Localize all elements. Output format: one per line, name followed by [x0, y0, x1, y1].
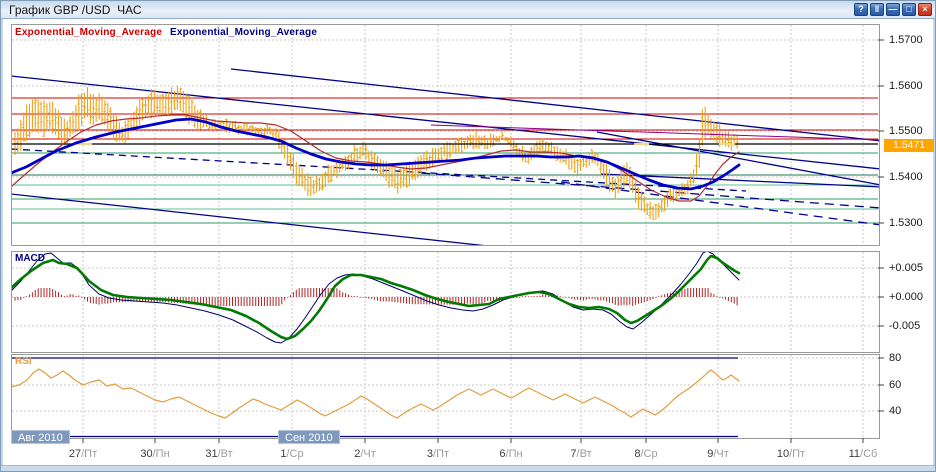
rsi-panel[interactable] [11, 354, 880, 439]
legend-ema-fast: Exponential_Moving_Average [15, 27, 162, 38]
window-titlebar[interactable]: График GBP /USD ЧАС ? ‖ — □ × [1, 1, 935, 19]
window-title: График GBP /USD ЧАС [9, 3, 142, 17]
price-tick-label: 1.5400 [889, 171, 923, 183]
rsi-tick-label: 60 [889, 379, 901, 391]
date-tick-label: 2/Чт [354, 448, 376, 460]
window-bottom-frame [1, 465, 935, 472]
price-tick-label: 1.5700 [889, 34, 923, 46]
close-button[interactable]: × [918, 3, 932, 16]
date-tick-label: 30/Пн [140, 448, 169, 460]
price-tick-label: 1.5600 [889, 80, 923, 92]
rsi-panel-label: RSI [15, 356, 32, 367]
current-price-value: 1.5471 [893, 139, 925, 151]
date-tick-label: 8/Ср [634, 448, 657, 460]
date-tick-label: 10/Пт [777, 448, 805, 460]
date-tick-label: 3/Пт [427, 448, 449, 460]
legend-ema-slow: Exponential_Moving_Average [170, 27, 317, 38]
rsi-tick-label: 80 [889, 352, 901, 364]
chart-window: График GBP /USD ЧАС ? ‖ — □ × Exponentia… [0, 0, 936, 472]
pause-button[interactable]: ‖ [870, 3, 884, 16]
macd-tick-label: +0.005 [889, 262, 923, 274]
month-label: Сен 2010 [278, 430, 340, 444]
macd-tick-label: +0.000 [889, 291, 923, 303]
price-tick-label: 1.5500 [889, 125, 923, 137]
date-tick-label: 6/Пн [499, 448, 522, 460]
price-tick-label: 1.5300 [889, 217, 923, 229]
current-price-tag: 1.5471 [884, 139, 934, 152]
main-chart-panel[interactable] [11, 24, 880, 246]
maximize-button[interactable]: □ [902, 3, 916, 16]
macd-tick-label: -0.005 [889, 320, 920, 332]
month-label: Авг 2010 [11, 430, 70, 444]
date-tick-label: 27/Пт [69, 448, 97, 460]
macd-panel-label: MACD [15, 253, 45, 264]
date-tick-label: 31/Вт [205, 448, 232, 460]
date-tick-label: 1/Ср [280, 448, 303, 460]
date-tick-label: 9/Чт [707, 448, 729, 460]
macd-panel[interactable] [11, 251, 880, 353]
date-tick-label: 7/Вт [570, 448, 591, 460]
rsi-tick-label: 40 [889, 405, 901, 417]
date-tick-label: 11/Сб [849, 448, 878, 460]
window-controls: ? ‖ — □ × [854, 3, 932, 16]
minimize-button[interactable]: — [886, 3, 900, 16]
help-button[interactable]: ? [854, 3, 868, 16]
